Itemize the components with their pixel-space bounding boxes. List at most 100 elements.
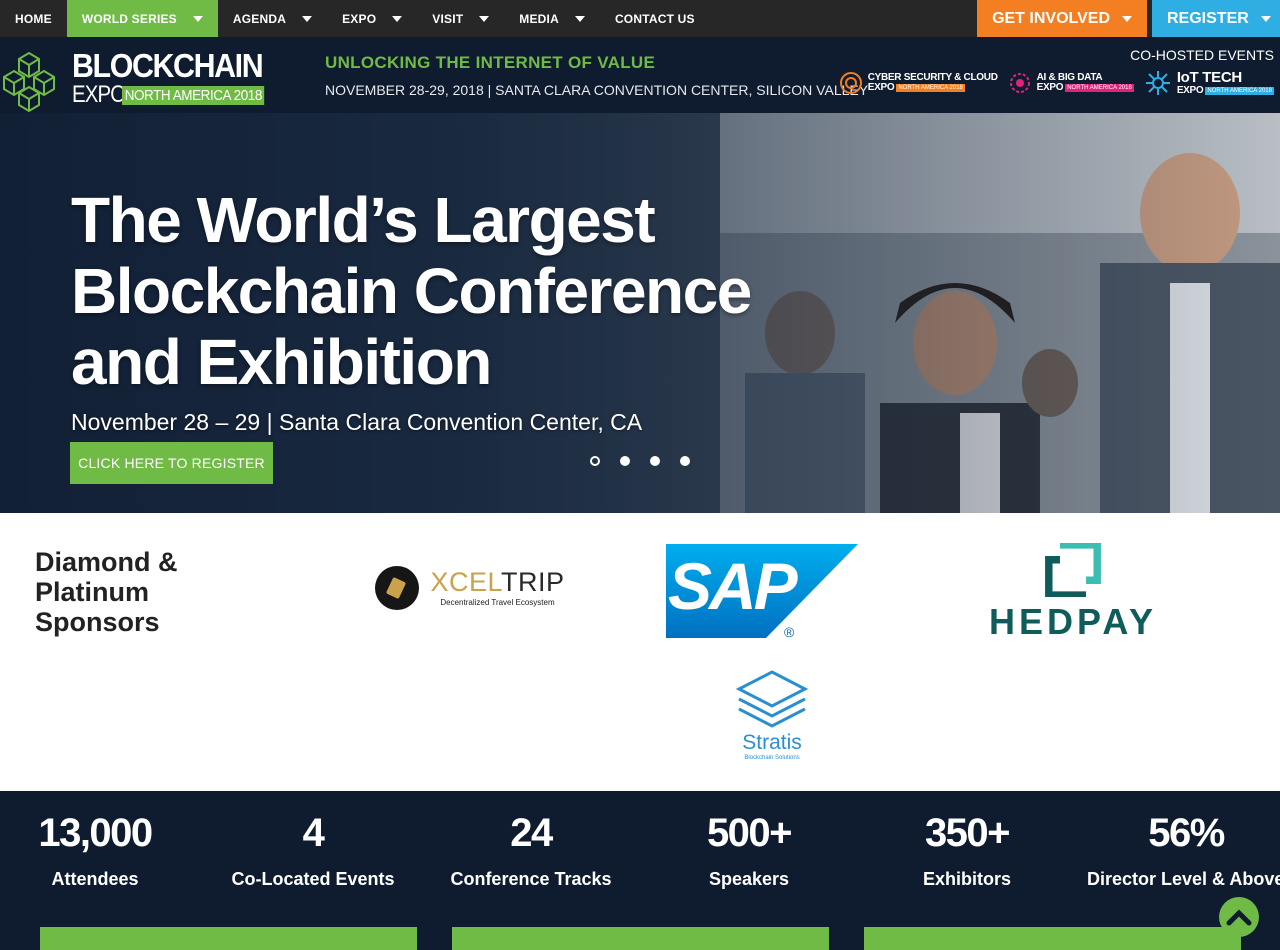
- cohosted-logos: CYBER SECURITY & CLOUD EXPO NORTH AMERICA…: [839, 69, 1274, 97]
- chevron-down-icon: [302, 15, 313, 22]
- register-button[interactable]: REGISTER: [1152, 0, 1280, 37]
- slider-dot[interactable]: [650, 456, 660, 466]
- slider-dot[interactable]: [590, 456, 600, 466]
- scroll-to-top-button[interactable]: [1219, 897, 1259, 937]
- stratis-layers-icon: [736, 670, 808, 728]
- blockchain-cubes-icon: [3, 51, 55, 113]
- cohost-expo: EXPO: [1036, 82, 1064, 93]
- sponsors-heading: Diamond & Platinum Sponsors: [35, 547, 178, 637]
- xceltrip-tagline: Decentralized Travel Ecosystem: [440, 598, 555, 607]
- nav-home-label: HOME: [15, 11, 52, 26]
- xceltrip-name-trip: TRIP: [501, 567, 565, 597]
- xceltrip-icon: [375, 566, 420, 610]
- chevron-down-icon: [192, 15, 203, 22]
- iot-tech-logo[interactable]: IoT TECH EXPO NORTH AMERICA 2018: [1144, 69, 1274, 97]
- cohost-badge: NORTH AMERICA 2018: [1205, 86, 1274, 95]
- cohost-name: IoT TECH: [1176, 68, 1242, 86]
- chevron-down-icon: [392, 15, 403, 22]
- nav-visit[interactable]: VISIT: [417, 0, 504, 37]
- hedpay-icon: [1045, 543, 1101, 597]
- nav-expo-label: EXPO: [342, 11, 377, 26]
- stats-section: 13,000 Attendees 4 Co-Located Events 24 …: [0, 791, 1280, 950]
- stat-label: Attendees: [51, 869, 139, 889]
- hero-title-line: The World’s Largest: [71, 184, 656, 256]
- hero-title-line: and Exhibition: [71, 326, 492, 398]
- stat-value: 350+: [924, 811, 1011, 855]
- stat-speakers: 500+ Speakers: [640, 811, 858, 890]
- register-label: REGISTER: [1167, 9, 1249, 27]
- stat-value: 24: [510, 811, 553, 855]
- sponsors-heading-line: Diamond &: [35, 547, 178, 577]
- cohosted-label: CO-HOSTED EVENTS: [1130, 47, 1274, 63]
- hero-subtitle: November 28 – 29 | Santa Clara Conventio…: [71, 409, 643, 435]
- hero-title: The World’s Largest Blockchain Conferenc…: [71, 184, 752, 398]
- ai-big-data-icon: [1009, 73, 1030, 93]
- stat-label: Director Level & Above: [1087, 869, 1280, 889]
- stat-value: 13,000: [38, 811, 153, 855]
- cohost-expo: EXPO: [867, 82, 895, 93]
- nav-expo[interactable]: EXPO: [327, 0, 417, 37]
- stat-co-located-events: 4 Co-Located Events: [204, 811, 422, 890]
- sponsors-heading-line: Platinum: [35, 577, 150, 607]
- cta-bar[interactable]: [40, 927, 417, 950]
- tagline-title: UNLOCKING THE INTERNET OF VALUE: [325, 53, 656, 72]
- cyber-security-icon: [839, 72, 862, 94]
- sap-wordmark: SAP: [668, 549, 798, 623]
- sponsor-stratis-logo[interactable]: Stratis Blockchain Solutions: [722, 665, 822, 765]
- cta-bar[interactable]: [452, 927, 829, 950]
- slider-dot[interactable]: [680, 456, 690, 466]
- stratis-wordmark: Stratis: [742, 731, 802, 754]
- chevron-up-icon: [1226, 909, 1252, 926]
- cohost-expo: EXPO: [1176, 84, 1204, 96]
- cohost-badge: NORTH AMERICA 2018: [896, 84, 965, 93]
- svg-text:®: ®: [784, 624, 795, 638]
- sponsor-hedpay-logo[interactable]: HEDPAY: [966, 543, 1180, 643]
- nav-world-series[interactable]: WORLD SERIES: [66, 0, 218, 37]
- stat-value: 4: [302, 811, 325, 855]
- nav-contact-label: CONTACT US: [614, 11, 695, 26]
- blockchain-expo-logo[interactable]: BLOCKCHAIN EXPO NORTH AMERICA 2018: [0, 49, 280, 113]
- slider-dot[interactable]: [620, 456, 630, 466]
- chevron-down-icon: [574, 15, 585, 22]
- ai-big-data-logo[interactable]: AI & BIG DATA EXPO NORTH AMERICA 2018: [1008, 71, 1134, 95]
- stat-label: Co-Located Events: [231, 869, 395, 889]
- stat-label: Conference Tracks: [450, 869, 612, 889]
- nav-contact-us[interactable]: CONTACT US: [600, 0, 710, 37]
- get-involved-button[interactable]: GET INVOLVED: [977, 0, 1147, 37]
- hero-title-line: Blockchain Conference: [71, 255, 752, 327]
- logo-expo: EXPO: [72, 81, 126, 108]
- nav-agenda[interactable]: AGENDA: [218, 0, 327, 37]
- sponsor-xceltrip-logo[interactable]: XCELTRIP Decentralized Travel Ecosystem: [372, 563, 567, 613]
- stat-value: 500+: [706, 811, 793, 855]
- stat-exhibitors: 350+ Exhibitors: [858, 811, 1076, 890]
- chevron-down-icon: [1260, 15, 1271, 22]
- cta-bar[interactable]: [864, 927, 1241, 950]
- top-nav: HOME WORLD SERIES AGENDA EXPO VISIT MEDI…: [0, 0, 1280, 37]
- stat-label: Exhibitors: [922, 869, 1011, 889]
- sponsor-sap-logo[interactable]: ® SAP: [666, 544, 858, 638]
- logo-region-badge: NORTH AMERICA 2018: [122, 85, 265, 105]
- xceltrip-name-xcel: XCEL: [430, 567, 501, 597]
- get-involved-label: GET INVOLVED: [992, 9, 1110, 27]
- hedpay-wordmark: HEDPAY: [988, 601, 1158, 642]
- nav-media-label: MEDIA: [519, 11, 559, 26]
- stat-director-level: 56% Director Level & Above: [1077, 811, 1280, 890]
- site-header: BLOCKCHAIN EXPO NORTH AMERICA 2018 UNLOC…: [0, 37, 1280, 113]
- cohost-badge: NORTH AMERICA 2018: [1065, 84, 1134, 93]
- logo-wordmark: BLOCKCHAIN: [72, 47, 264, 84]
- nav-agenda-label: AGENDA: [232, 11, 287, 26]
- tagline: UNLOCKING THE INTERNET OF VALUE NOVEMBER…: [325, 53, 868, 98]
- cyber-security-cloud-logo[interactable]: CYBER SECURITY & CLOUD EXPO NORTH AMERICA…: [839, 71, 998, 95]
- stat-value: 56%: [1148, 811, 1225, 855]
- register-cta-button[interactable]: CLICK HERE TO REGISTER: [70, 442, 273, 484]
- stat-conference-tracks: 24 Conference Tracks: [422, 811, 640, 890]
- nav-media[interactable]: MEDIA: [504, 0, 600, 37]
- sponsors-heading-line: Sponsors: [35, 607, 160, 637]
- nav-home[interactable]: HOME: [0, 0, 67, 37]
- hero-slider: The World’s Largest Blockchain Conferenc…: [0, 113, 1280, 513]
- chevron-down-icon: [479, 15, 490, 22]
- slider-dots: [590, 456, 690, 466]
- iot-tech-icon: [1145, 71, 1170, 95]
- nav-visit-label: VISIT: [432, 11, 464, 26]
